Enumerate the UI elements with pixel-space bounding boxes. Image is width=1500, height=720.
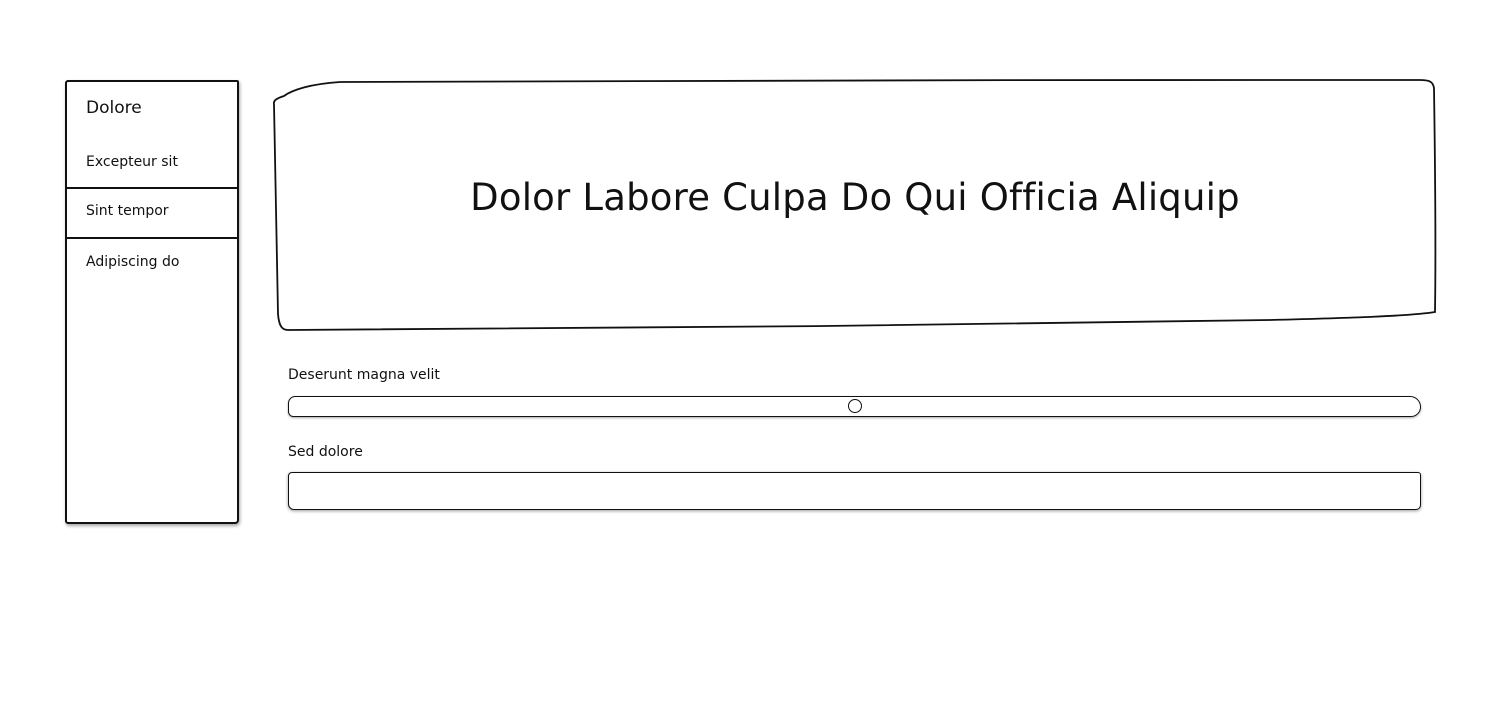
sidebar-title: Dolore — [86, 98, 142, 118]
text-field-label: Sed dolore — [288, 444, 363, 460]
sidebar-item-label: Sint tempor — [86, 203, 169, 219]
sidebar-item-label: Excepteur sit — [86, 154, 178, 170]
slider-track[interactable] — [288, 396, 1421, 417]
slider-label: Deserunt magna velit — [288, 367, 440, 383]
page: Dolore Excepteur sit Sint tempor Adipisc… — [0, 0, 1500, 720]
sidebar-item-adipiscing-do[interactable]: Adipiscing do — [67, 239, 239, 289]
sidebar: Dolore Excepteur sit Sint tempor Adipisc… — [65, 80, 239, 524]
slider-thumb[interactable] — [847, 399, 862, 413]
sidebar-item-sint-tempor[interactable]: Sint tempor — [67, 189, 239, 239]
sed-dolore-input[interactable] — [288, 472, 1421, 510]
sidebar-item-excepteur-sit[interactable]: Excepteur sit — [67, 139, 239, 189]
sidebar-item-label: Adipiscing do — [86, 254, 180, 270]
hero-title: Dolor Labore Culpa Do Qui Officia Aliqui… — [470, 176, 1240, 219]
